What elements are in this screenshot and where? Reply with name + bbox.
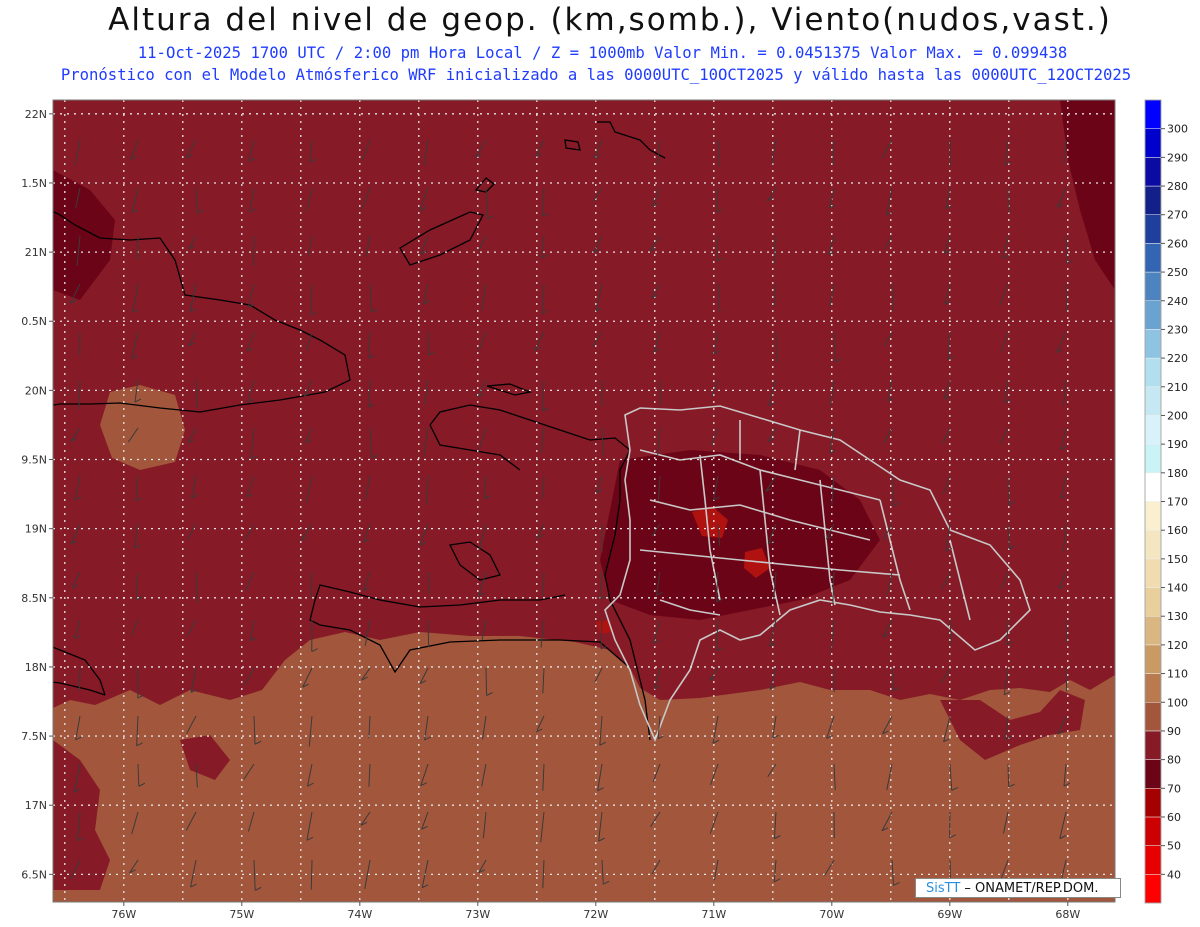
- wind-barb: [1065, 235, 1068, 264]
- colorbar-swatch: [1144, 759, 1162, 789]
- colorbar-label: 170: [1167, 496, 1188, 509]
- colorbar-swatch: [1144, 587, 1162, 617]
- lon-tick-label: 69W: [937, 908, 962, 921]
- colorbar-swatch: [1144, 816, 1162, 846]
- colorbar-label: 240: [1167, 295, 1188, 308]
- colorbar-swatch: [1144, 874, 1162, 904]
- colorbar-label: 80: [1167, 754, 1181, 767]
- colorbar-label: 130: [1167, 610, 1188, 623]
- credit-box: SisTT – ONAMET/REP.DOM.: [915, 878, 1121, 898]
- colorbar-swatch: [1144, 673, 1162, 703]
- wind-barb: [1065, 619, 1068, 643]
- colorbar-swatch: [1144, 845, 1162, 875]
- lat-tick-label: 6.5N: [21, 868, 47, 881]
- colorbar-swatch: [1144, 329, 1162, 359]
- longitude-labels: 76W 75W 74W 73W 72W 71W 70W 69W 68W: [111, 902, 1080, 921]
- colorbar-swatch: [1144, 386, 1162, 416]
- colorbar-label: 200: [1167, 409, 1188, 422]
- lat-tick-label: 20N: [25, 384, 47, 397]
- lat-tick-label: 0.5N: [21, 315, 47, 328]
- colorbar-swatch: [1144, 300, 1162, 330]
- colorbar-label: 190: [1167, 438, 1188, 451]
- colorbar-swatch: [1144, 788, 1162, 818]
- colorbar-label: 290: [1167, 151, 1188, 164]
- colorbar-label: 220: [1167, 352, 1188, 365]
- lat-tick-label: 1.5N: [21, 177, 47, 190]
- lat-tick-label: 19N: [25, 523, 47, 536]
- colorbar-label: 150: [1167, 553, 1188, 566]
- wind-barb: [427, 619, 430, 648]
- colorbar-label: 70: [1167, 782, 1181, 795]
- colorbar-swatch: [1144, 615, 1162, 646]
- colorbar-swatch: [1144, 472, 1162, 502]
- lon-tick-label: 75W: [229, 908, 254, 921]
- colorbar-swatch: [1144, 443, 1162, 474]
- lat-tick-label: 18N: [25, 661, 47, 674]
- colorbar-label: 140: [1167, 582, 1188, 595]
- lat-tick-label: 17N: [25, 799, 47, 812]
- colorbar-swatch: [1144, 702, 1162, 732]
- colorbar-swatch: [1144, 529, 1162, 560]
- wind-barb: [1007, 763, 1010, 788]
- colorbar-label: 120: [1167, 639, 1188, 652]
- colorbar-swatch: [1144, 558, 1162, 588]
- lat-tick-label: 7.5N: [21, 730, 47, 743]
- lon-tick-label: 71W: [701, 908, 726, 921]
- credit-brand: SisTT: [926, 881, 961, 896]
- colorbar-swatch: [1144, 185, 1162, 215]
- lon-tick-label: 70W: [819, 908, 844, 921]
- lat-tick-label: 21N: [25, 246, 47, 259]
- colorbar-swatch: [1144, 214, 1162, 244]
- colorbar-swatch: [1144, 730, 1162, 760]
- lat-tick-label: 8.5N: [21, 592, 47, 605]
- lon-tick-label: 73W: [465, 908, 490, 921]
- colorbar-swatch: [1144, 243, 1162, 273]
- colorbar-label: 180: [1167, 467, 1188, 480]
- colorbar-swatch: [1144, 415, 1162, 445]
- colorbar-swatch: [1144, 644, 1162, 674]
- wind-barb: [1065, 283, 1068, 312]
- colorbar-label: 110: [1167, 668, 1188, 681]
- wind-barb: [78, 667, 81, 692]
- lon-tick-label: 72W: [583, 908, 608, 921]
- colorbar-label: 160: [1167, 524, 1188, 537]
- weather-map: 22N 1.5N 21N 0.5N 20N 9.5N 19N 8.5N 18N 7.5N 17N 6.…: [21, 99, 1188, 921]
- latitude-labels: 22N 1.5N 21N 0.5N 20N 9.5N 19N 8.5N 18N 7.5N 17N 6.…: [21, 108, 53, 881]
- colorbar-label: 270: [1167, 209, 1188, 222]
- colorbar-label: 210: [1167, 381, 1188, 394]
- colorbar-swatch: [1144, 99, 1162, 129]
- wind-barb: [485, 667, 488, 696]
- colorbar-label: 250: [1167, 266, 1188, 279]
- colorbar-label: 230: [1167, 323, 1188, 336]
- colorbar-label: 100: [1167, 696, 1188, 709]
- colorbar-label: 300: [1167, 123, 1188, 136]
- colorbar-swatch: [1144, 501, 1162, 531]
- colorbar-label: 260: [1167, 237, 1188, 250]
- colorbar-label: 60: [1167, 811, 1181, 824]
- lon-tick-label: 74W: [347, 908, 372, 921]
- colorbar-label: 40: [1167, 868, 1181, 881]
- lat-tick-label: 9.5N: [21, 454, 47, 467]
- colorbar: 40 50 60 70 80 90 100 110 120 130 140 150 160 170 180 1…: [1144, 99, 1188, 904]
- colorbar-swatch: [1144, 157, 1162, 187]
- lon-tick-label: 68W: [1055, 908, 1080, 921]
- colorbar-label: 90: [1167, 725, 1181, 738]
- colorbar-swatch: [1144, 128, 1162, 158]
- wind-barb: [1007, 475, 1010, 505]
- colorbar-swatch: [1144, 357, 1162, 388]
- colorbar-label: 280: [1167, 180, 1188, 193]
- lat-tick-label: 22N: [25, 108, 47, 121]
- lon-tick-label: 76W: [111, 908, 136, 921]
- colorbar-label: 50: [1167, 840, 1181, 853]
- colorbar-swatch: [1144, 271, 1162, 302]
- credit-org: – ONAMET/REP.DOM.: [960, 881, 1099, 896]
- band-90-100-north: [100, 385, 185, 470]
